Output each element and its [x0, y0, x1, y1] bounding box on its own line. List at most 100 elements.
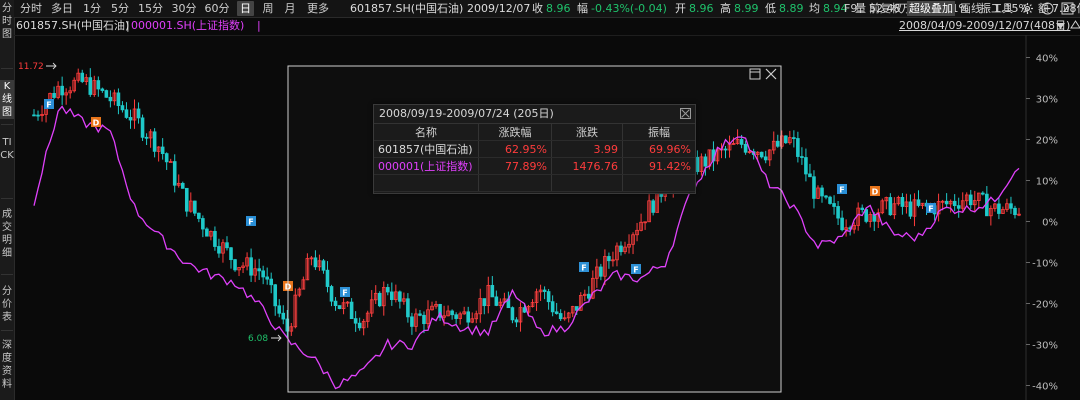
- row-pct: 77.89%: [478, 157, 552, 175]
- marker-label: F: [248, 218, 253, 227]
- period-multi-day[interactable]: 多日: [49, 1, 75, 16]
- period-30min[interactable]: 30分: [170, 1, 198, 16]
- minus-icon[interactable]: [1041, 2, 1054, 15]
- tab-intraday-chart[interactable]: 分时图: [0, 2, 14, 41]
- y-tick-label: 40%: [1036, 54, 1058, 65]
- max-price-label: 11.72: [18, 62, 44, 72]
- period-1min[interactable]: 1分: [81, 1, 103, 16]
- period-monthly[interactable]: 月: [282, 1, 298, 16]
- f9-button[interactable]: F9: [844, 1, 857, 16]
- candle-body: [800, 156, 804, 158]
- candle-body: [205, 228, 209, 237]
- candle-body: [257, 268, 261, 272]
- quote-high-label: 高: [720, 2, 731, 15]
- marker-label: D: [872, 188, 879, 197]
- period-15min[interactable]: 15分: [137, 1, 164, 16]
- period-weekly[interactable]: 周: [260, 1, 276, 16]
- candle-body: [908, 201, 913, 217]
- tab-trade-details[interactable]: 成交明细: [0, 208, 14, 260]
- candle-body: [888, 197, 893, 216]
- candle-body: [840, 217, 844, 231]
- candle-body: [900, 196, 905, 207]
- candle-body: [120, 105, 125, 111]
- candle-body: [1013, 207, 1017, 216]
- quote-close-label: 收: [532, 2, 543, 15]
- super-overlay-button[interactable]: 超级叠加: [907, 1, 955, 16]
- candle-body: [193, 200, 197, 214]
- row-amplitude: 69.96%: [622, 140, 695, 158]
- draw-line-button[interactable]: 画线: [960, 1, 982, 16]
- date-range-selector[interactable]: 2008/04/09-2009/12/07(408日): [899, 19, 1070, 33]
- candle-body: [860, 207, 865, 211]
- candle-body: [217, 246, 221, 254]
- quote-open-label: 开: [675, 2, 686, 15]
- tab-tick[interactable]: TICK: [0, 136, 14, 162]
- divider: [1, 274, 13, 275]
- tools-button[interactable]: 工具: [991, 1, 1013, 16]
- divider: [1, 124, 13, 125]
- candle-body: [824, 195, 828, 198]
- candle-body: [796, 138, 800, 157]
- quote-high: 8.99: [734, 2, 759, 15]
- stats-table: 名称 涨跌幅 涨跌 振幅 601857(中国石油) 62.95% 3.99 69…: [374, 123, 695, 192]
- marker-label: F: [839, 186, 844, 195]
- maximize-icon[interactable]: [748, 67, 762, 81]
- candle-body: [997, 203, 1001, 214]
- quote-close: 8.96: [546, 2, 571, 15]
- caret-down-icon[interactable]: [1056, 23, 1065, 29]
- candle-body: [124, 109, 129, 118]
- candle-body: [1009, 203, 1013, 209]
- arrow-right-icon: [46, 62, 57, 70]
- wp-icon[interactable]: [1061, 2, 1074, 15]
- candle-body: [116, 92, 121, 107]
- candle-body: [128, 117, 133, 121]
- candle-body: [249, 257, 253, 276]
- candle-body: [864, 209, 869, 222]
- candle-body: [916, 199, 921, 206]
- tab-kline-chart[interactable]: K线图: [0, 80, 14, 119]
- col-header-amplitude: 振幅: [622, 123, 695, 141]
- divider: [1, 68, 13, 69]
- period-intraday[interactable]: 分时: [18, 1, 44, 16]
- candle-body: [273, 284, 278, 307]
- candle-body: [804, 157, 808, 175]
- candle-body: [233, 259, 237, 271]
- candle-body: [784, 135, 788, 144]
- candle-body: [80, 72, 85, 82]
- expand-icon[interactable]: [1070, 20, 1080, 31]
- price-annotations: 11.72 6.08: [18, 62, 282, 344]
- popup-close-button[interactable]: [680, 108, 691, 119]
- period-60min[interactable]: 60分: [203, 1, 231, 16]
- period-more[interactable]: 更多: [304, 1, 332, 16]
- table-row[interactable]: 601857(中国石油) 62.95% 3.99 69.96%: [374, 140, 695, 158]
- candle-body: [36, 114, 40, 117]
- candle-body: [96, 80, 101, 90]
- y-tick-label: 10%: [1036, 177, 1058, 188]
- legend-overlay-symbol: 000001.SH(上证指数): [131, 19, 245, 32]
- gear-icon[interactable]: [1021, 2, 1034, 15]
- candle-body: [32, 114, 36, 117]
- candle-body: [820, 187, 824, 197]
- candle-body: [808, 173, 812, 178]
- candle-body: [164, 153, 169, 163]
- marker-label: F: [928, 205, 933, 214]
- legend-bar: 601857.SH(中国石油) | 000001.SH(上证指数) | 2008…: [14, 17, 1080, 36]
- forward-adjust-button[interactable]: 前复权: [869, 1, 902, 16]
- legend-main-symbol: 601857.SH(中国石油): [16, 19, 130, 32]
- y-tick-label: -40%: [1032, 382, 1058, 393]
- tab-price-distribution[interactable]: 分价表: [0, 285, 14, 324]
- tab-depth-data[interactable]: 深度资料: [0, 339, 14, 391]
- table-row[interactable]: 000001(上证指数) 77.89% 1476.76 91.42%: [374, 157, 695, 175]
- candle-body: [944, 200, 949, 205]
- close-icon[interactable]: [764, 67, 778, 81]
- y-tick-label: -10%: [1032, 259, 1058, 270]
- period-5min[interactable]: 5分: [109, 1, 131, 16]
- candle-body: [836, 206, 840, 219]
- period-daily[interactable]: 日: [237, 1, 254, 16]
- candle-body: [229, 247, 233, 261]
- arrow-right-icon: [271, 334, 282, 342]
- candle-body: [265, 276, 269, 280]
- candle-body: [261, 270, 265, 278]
- y-tick-label: 30%: [1036, 95, 1058, 106]
- kline-chart[interactable]: 40%30%20%10%0%-10%-20%-30%-40% FDFDFFFFD…: [14, 35, 1080, 400]
